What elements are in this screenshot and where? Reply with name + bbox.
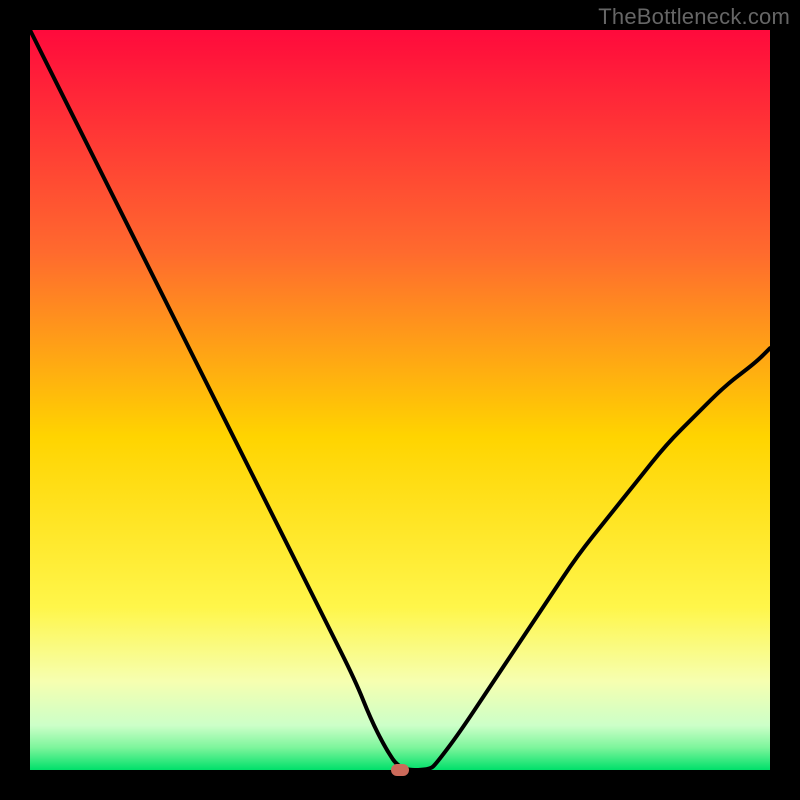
bottleneck-curve-path (30, 30, 770, 770)
chart-frame: TheBottleneck.com (0, 0, 800, 800)
optimal-point-marker (391, 764, 409, 776)
chart-plot-area (30, 30, 770, 770)
chart-curve-layer (30, 30, 770, 770)
watermark-text: TheBottleneck.com (598, 4, 790, 30)
